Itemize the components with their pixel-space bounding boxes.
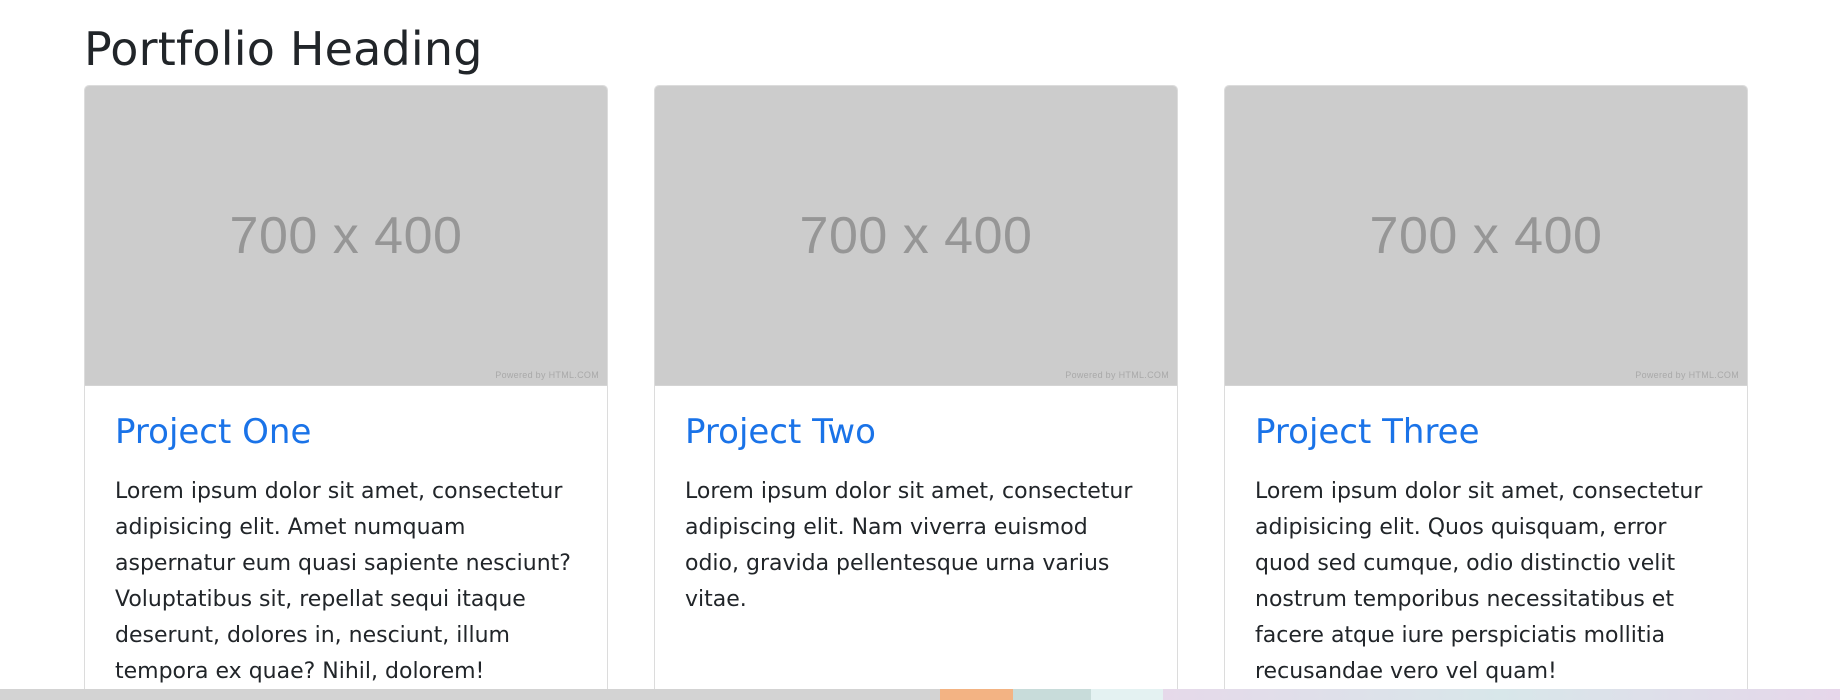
strip-segment — [0, 689, 940, 700]
project-title-link[interactable]: Project Three — [1255, 408, 1717, 456]
image-size-label: 700 x 400 — [229, 207, 463, 265]
image-size-label: 700 x 400 — [1369, 207, 1603, 265]
project-image[interactable]: 700 x 400 Powered by HTML.COM — [655, 86, 1177, 386]
page: Portfolio Heading 700 x 400 Powered by H… — [0, 0, 1840, 700]
card-body: Project Two Lorem ipsum dolor sit amet, … — [655, 386, 1177, 618]
strip-segment — [1163, 689, 1840, 700]
project-card: 700 x 400 Powered by HTML.COM Project Th… — [1224, 85, 1748, 700]
project-description: Lorem ipsum dolor sit amet, consectetur … — [1255, 479, 1703, 684]
project-card: 700 x 400 Powered by HTML.COM Project Tw… — [654, 85, 1178, 700]
bottom-strip — [0, 689, 1840, 700]
image-caption: Powered by HTML.COM — [1635, 370, 1739, 380]
strip-segment — [940, 689, 1013, 700]
project-description: Lorem ipsum dolor sit amet, consectetur … — [115, 479, 571, 684]
project-description: Lorem ipsum dolor sit amet, consectetur … — [685, 479, 1133, 612]
card-body: Project Three Lorem ipsum dolor sit amet… — [1225, 386, 1747, 690]
project-image[interactable]: 700 x 400 Powered by HTML.COM — [1225, 86, 1747, 386]
image-caption: Powered by HTML.COM — [495, 370, 599, 380]
portfolio-grid: 700 x 400 Powered by HTML.COM Project On… — [84, 85, 1748, 700]
project-title-link[interactable]: Project Two — [685, 408, 1147, 456]
project-title-link[interactable]: Project One — [115, 408, 577, 456]
card-body: Project One Lorem ipsum dolor sit amet, … — [85, 386, 607, 690]
image-size-label: 700 x 400 — [799, 207, 1033, 265]
strip-segment — [1013, 689, 1091, 700]
project-image[interactable]: 700 x 400 Powered by HTML.COM — [85, 86, 607, 386]
strip-segment — [1091, 689, 1163, 700]
page-title: Portfolio Heading — [84, 22, 483, 76]
image-caption: Powered by HTML.COM — [1065, 370, 1169, 380]
project-card: 700 x 400 Powered by HTML.COM Project On… — [84, 85, 608, 700]
